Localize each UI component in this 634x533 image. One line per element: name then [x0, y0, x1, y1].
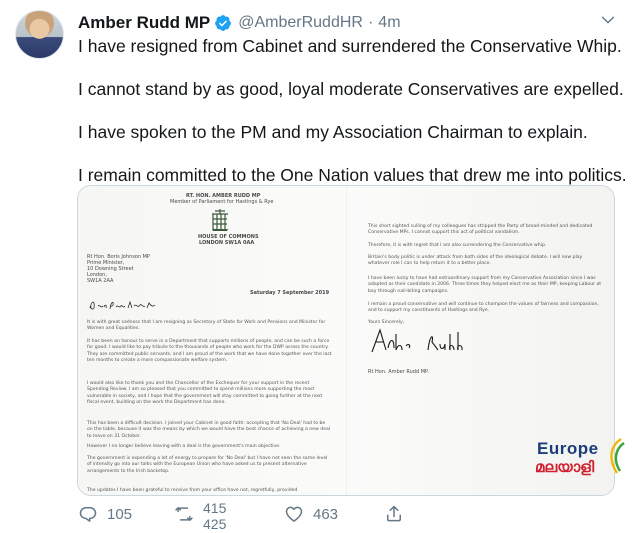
tweet-paragraph: I have resigned from Cabinet and surrend…	[78, 36, 622, 56]
letter-fold	[346, 186, 347, 495]
letter-date: Saturday 7 September 2019	[250, 290, 330, 296]
letter-signoff-name: Rt Hon. Amber Rudd MP.	[368, 369, 429, 375]
tweet-paragraph: I have spoken to the PM and my Associati…	[78, 122, 588, 142]
letter-paragraph: The government is expending a lot of ene…	[87, 456, 328, 474]
tweet-text: I have resigned from Cabinet and surrend…	[78, 35, 627, 207]
tweet-paragraph: I cannot stand by as good, loyal moderat…	[78, 79, 624, 99]
chevron-down-icon[interactable]	[600, 12, 616, 28]
tweet-header: Amber Rudd MP @AmberRuddHR · 4m	[78, 12, 401, 34]
heart-icon	[285, 506, 303, 522]
letter-paragraph: However I no longer believe leaving with…	[87, 444, 281, 449]
reply-icon	[79, 507, 97, 522]
letter-paragraph: It has been an honour to serve in a Depa…	[87, 339, 332, 364]
retweet-button[interactable]: 415 425	[174, 499, 233, 529]
watermark-logo: Europe മലയാളി	[531, 437, 625, 487]
letter-paragraph: Britain's body politic is under attack f…	[368, 255, 583, 267]
letter-house-address: LONDON SW1A 0AA	[199, 240, 255, 246]
watermark-europe: Europe	[537, 439, 599, 458]
separator-dot: ·	[367, 14, 374, 31]
reply-button[interactable]: 105	[78, 499, 132, 529]
handwritten-salutation	[89, 300, 156, 310]
display-name[interactable]: Amber Rudd MP	[78, 13, 210, 33]
retweet-count-next: 425	[203, 516, 227, 529]
like-button[interactable]: 463	[284, 499, 338, 529]
reply-count: 105	[107, 505, 133, 523]
letter-sender-title: Member of Parliament for Hastings & Rye	[170, 199, 274, 205]
verified-badge-icon	[215, 15, 232, 31]
retweet-icon	[175, 507, 193, 521]
timestamp[interactable]: 4m	[378, 14, 400, 32]
letter-paragraph: I would also like to thank you and the C…	[87, 381, 323, 406]
letter-paragraph: I have been lucky to have had extraordin…	[368, 276, 602, 294]
share-icon	[387, 505, 401, 522]
letter-recipient-line: SW1A 2AA	[87, 278, 114, 284]
like-count: 463	[313, 505, 339, 523]
tweet: Amber Rudd MP @AmberRuddHR · 4m I have r…	[0, 0, 634, 533]
watermark-swoosh-icon	[610, 438, 625, 474]
retweet-count: 415 425	[203, 499, 233, 529]
tweet-actions: 105 415 425 463	[78, 499, 618, 529]
retweet-count-prev: 415	[203, 500, 227, 516]
letter-paragraph: This has been a difficult decision. I jo…	[87, 421, 331, 439]
user-handle[interactable]: @AmberRuddHR	[238, 14, 363, 32]
letter-paragraph: Therefore, it is with regret that I am a…	[368, 243, 547, 248]
share-button[interactable]	[384, 499, 404, 529]
letter-paragraph: The updates I have been grateful to rece…	[87, 488, 298, 493]
signature	[371, 328, 463, 353]
letter-paragraph: It is with great sadness that I am resig…	[87, 320, 326, 332]
avatar[interactable]	[15, 10, 64, 59]
letter-paragraph: This short sighted culling of my colleag…	[368, 224, 593, 236]
watermark-malayali: മലയാളി	[535, 458, 595, 476]
letter-paragraph: I remain a proud conservative and will c…	[368, 302, 599, 314]
tweet-paragraph: I remain committed to the One Nation val…	[78, 165, 627, 185]
portcullis-icon	[212, 209, 228, 231]
